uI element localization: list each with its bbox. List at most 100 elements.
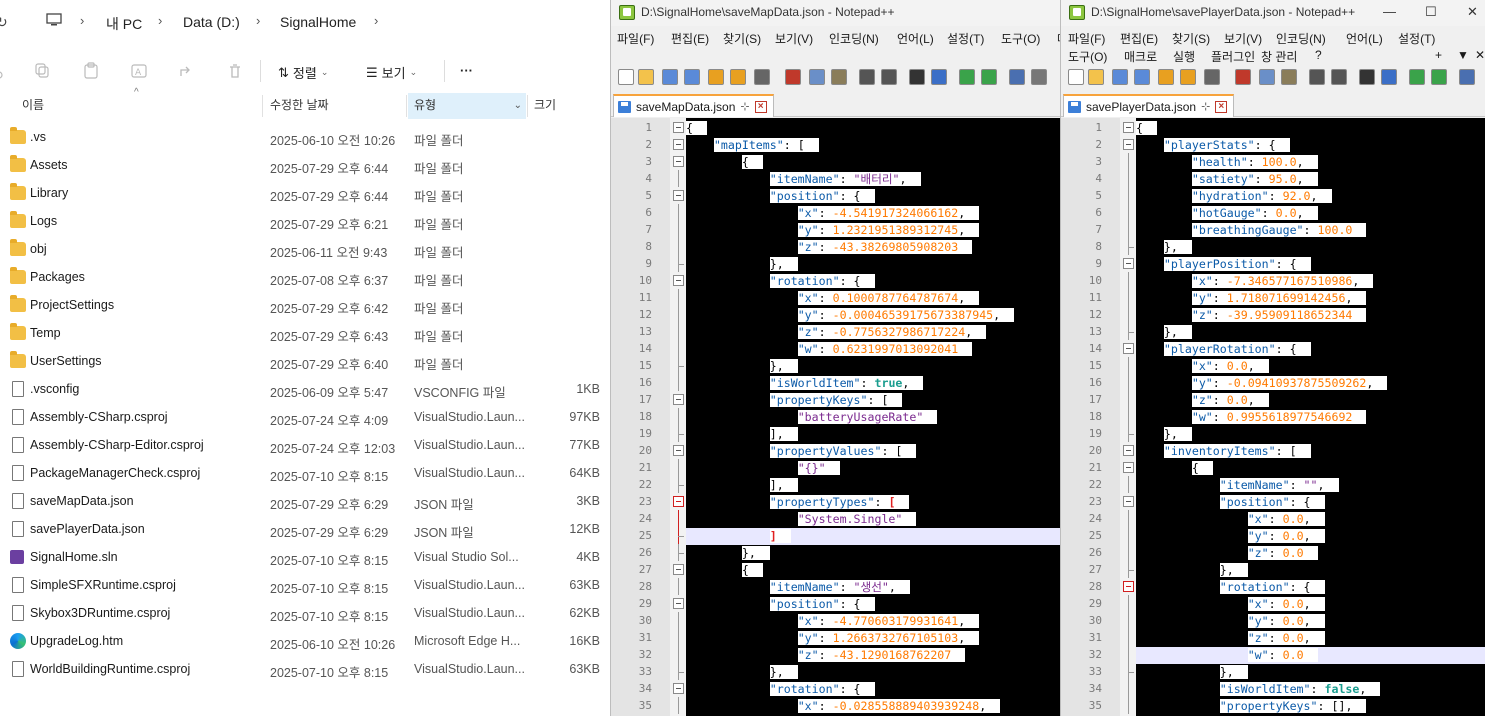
address-bar[interactable]: ↻ › 내 PC › Data (D:) › SignalHome › [0, 0, 612, 46]
close-icon[interactable]: × [754, 100, 767, 113]
tab-saveplayerdata[interactable]: savePlayerData.json ⊹ × [1063, 94, 1235, 117]
column-divider[interactable] [262, 95, 263, 117]
sync-scroll-icon[interactable] [1459, 69, 1475, 85]
column-size[interactable]: 크기 [534, 93, 604, 119]
file-row[interactable]: saveMapData.json 2025-07-29 오후 6:29 JSON 파… [0, 487, 612, 515]
file-row[interactable]: Library 2025-07-29 오후 6:44 파일 폴더 [0, 179, 612, 207]
fold-toggle-icon[interactable] [1123, 258, 1134, 269]
menu-item[interactable]: 설정(T) [1398, 30, 1435, 47]
menu-item[interactable]: 찾기(S) [1172, 30, 1210, 47]
sort-button[interactable]: ⇅ 정렬 ⌄ [278, 63, 328, 82]
breadcrumb-folder[interactable]: SignalHome [280, 14, 356, 30]
file-row[interactable]: Logs 2025-07-29 오후 6:21 파일 폴더 [0, 207, 612, 235]
menu-item[interactable]: 매크로 [1124, 48, 1157, 65]
fold-toggle-icon[interactable] [673, 156, 684, 167]
redo-icon[interactable] [881, 69, 897, 85]
close-window-icon[interactable]: ✕ [1467, 4, 1478, 20]
close-all-icon[interactable] [1180, 69, 1196, 85]
fold-toggle-icon[interactable] [673, 139, 684, 150]
rename-icon[interactable]: A [130, 62, 148, 80]
fold-toggle-icon[interactable] [1123, 581, 1134, 592]
cut-icon[interactable] [1235, 69, 1251, 85]
file-row[interactable]: Assembly-CSharp.csproj 2025-07-24 오후 4:09… [0, 403, 612, 431]
file-row[interactable]: obj 2025-06-11 오전 9:43 파일 폴더 [0, 235, 612, 263]
maximize-icon[interactable]: ☐ [1425, 4, 1437, 20]
breadcrumb-this-pc[interactable]: 내 PC [106, 14, 142, 34]
file-row[interactable]: .vs 2025-06-10 오전 10:26 파일 폴더 [0, 123, 612, 151]
fold-toggle-icon[interactable] [673, 683, 684, 694]
zoom-out-icon[interactable] [1431, 69, 1447, 85]
menu-item[interactable]: 실행 [1173, 48, 1195, 65]
file-row[interactable]: ProjectSettings 2025-07-29 오후 6:42 파일 폴더 [0, 291, 612, 319]
menu-item[interactable]: 도구(O) [1068, 48, 1107, 65]
fold-toggle-icon[interactable] [1123, 122, 1134, 133]
cut-icon[interactable] [785, 69, 801, 85]
copy-icon[interactable] [34, 62, 52, 80]
title-bar[interactable]: D:\SignalHome\savePlayerData.json - Note… [1061, 0, 1485, 26]
menu-item[interactable]: 언어(L) [1346, 30, 1383, 47]
paste-icon[interactable] [82, 62, 100, 80]
fold-toggle-icon[interactable] [1123, 462, 1134, 473]
code-text[interactable]: { "playerStats": { "health": 100.0, "sat… [1136, 119, 1485, 716]
file-row[interactable]: savePlayerData.json 2025-07-29 오후 6:29 JSO… [0, 515, 612, 543]
word-wrap-icon[interactable] [1031, 69, 1047, 85]
zoom-in-icon[interactable] [1409, 69, 1425, 85]
undo-icon[interactable] [1309, 69, 1325, 85]
pin-icon[interactable]: ⊹ [1201, 100, 1210, 113]
open-file-icon[interactable] [1088, 69, 1104, 85]
column-type[interactable]: 유형 ⌄ [408, 93, 526, 119]
paste-icon[interactable] [831, 69, 847, 85]
fold-toggle-icon[interactable] [673, 445, 684, 456]
copy-icon[interactable] [1259, 69, 1275, 85]
close-icon[interactable] [708, 69, 724, 85]
save-all-icon[interactable] [1134, 69, 1150, 85]
fold-margin[interactable] [670, 118, 686, 716]
menu-item[interactable]: 언어(L) [897, 30, 934, 47]
column-name[interactable]: 이름 [22, 93, 262, 119]
zoom-out-icon[interactable] [981, 69, 997, 85]
file-row[interactable]: Temp 2025-07-29 오후 6:43 파일 폴더 [0, 319, 612, 347]
file-row[interactable]: SignalHome.sln 2025-07-10 오후 8:15 Visual S… [0, 543, 612, 571]
more-options-button[interactable]: ··· [460, 63, 473, 78]
menu-item[interactable]: 파일(F) [617, 30, 654, 47]
close-icon[interactable] [1158, 69, 1174, 85]
file-row[interactable]: WorldBuildingRuntime.csproj 2025-07-10 오후… [0, 655, 612, 683]
file-row[interactable]: UpgradeLog.htm 2025-06-10 오전 10:26 Microso… [0, 627, 612, 655]
title-bar[interactable]: D:\SignalHome\saveMapData.json - Notepad… [611, 0, 1062, 26]
undo-icon[interactable] [859, 69, 875, 85]
find-icon[interactable] [1359, 69, 1375, 85]
file-row[interactable]: Assembly-CSharp-Editor.csproj 2025-07-24 … [0, 431, 612, 459]
tab-savemapdata[interactable]: saveMapData.json ⊹ × [613, 94, 774, 117]
fold-toggle-icon[interactable] [673, 394, 684, 405]
column-divider[interactable] [406, 95, 407, 117]
code-editor[interactable]: 1 2 3 4 5 6 7 8 9 10 11 12 13 14 15 16 17 18 19 20 21 22 23 24 2… [1061, 118, 1485, 716]
fold-toggle-icon[interactable] [1123, 445, 1134, 456]
menu-item[interactable]: 찾기(S) [723, 30, 761, 47]
close-all-icon[interactable] [730, 69, 746, 85]
file-row[interactable]: Packages 2025-07-08 오후 6:37 파일 폴더 [0, 263, 612, 291]
fold-margin[interactable] [1120, 118, 1136, 716]
close-document-icon[interactable]: ✕ [1475, 48, 1485, 62]
file-row[interactable]: UserSettings 2025-07-29 오후 6:40 파일 폴더 [0, 347, 612, 375]
dropdown-menu-icon[interactable]: ▼ [1457, 48, 1469, 62]
menu-item[interactable]: ? [1315, 48, 1322, 62]
file-row[interactable]: SimpleSFXRuntime.csproj 2025-07-10 오후 8:1… [0, 571, 612, 599]
new-file-icon[interactable] [1068, 69, 1084, 85]
menu-item[interactable]: 인코딩(N) [829, 30, 879, 47]
menu-item[interactable]: 설정(T) [947, 30, 984, 47]
column-divider[interactable] [527, 95, 528, 117]
fold-toggle-icon[interactable] [673, 564, 684, 575]
paste-icon[interactable] [1281, 69, 1297, 85]
save-icon[interactable] [662, 69, 678, 85]
file-row[interactable]: .vsconfig 2025-06-09 오후 5:47 VSCONFIG 파일 1K… [0, 375, 612, 403]
print-icon[interactable] [1204, 69, 1220, 85]
replace-icon[interactable] [1381, 69, 1397, 85]
chevron-right-icon[interactable]: › [374, 13, 378, 28]
replace-icon[interactable] [931, 69, 947, 85]
fold-toggle-icon[interactable] [673, 190, 684, 201]
copy-icon[interactable] [809, 69, 825, 85]
column-modified[interactable]: 수정한 날짜 [270, 93, 404, 119]
print-icon[interactable] [754, 69, 770, 85]
sync-scroll-icon[interactable] [1009, 69, 1025, 85]
fold-toggle-icon[interactable] [1123, 496, 1134, 507]
